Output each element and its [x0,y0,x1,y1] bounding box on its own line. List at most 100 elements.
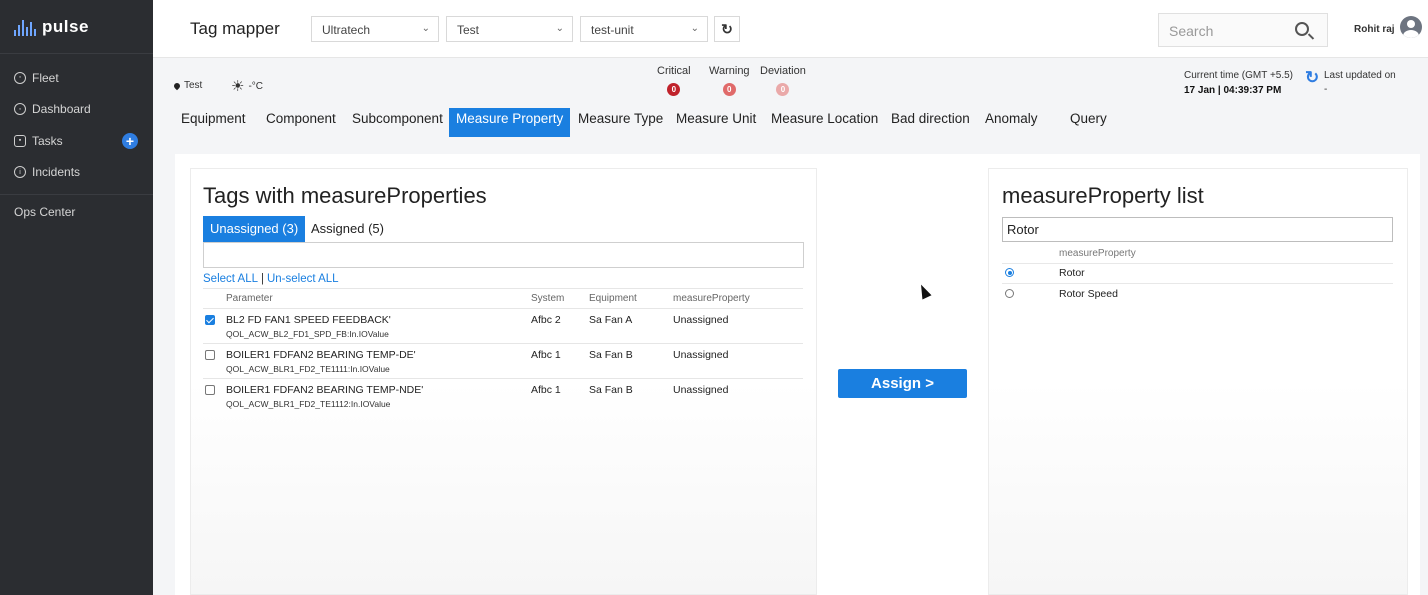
weather-indicator: ☀ -°C [231,79,263,94]
tab-measure-property[interactable]: Measure Property [449,108,571,137]
user-name[interactable]: Rohit raj [1354,24,1395,35]
current-time-value: 17 Jan | 04:39:37 PM [1184,85,1282,96]
alert-count-badge: 0 [667,83,681,96]
sidebar: pulse ◦ Fleet ◦ Dashboard ▪ Tasks + i In… [0,0,153,595]
refresh-button[interactable]: ↻ [714,16,740,42]
tags-panel-title: Tags with measureProperties [203,183,487,208]
alert-critical[interactable]: Critical 0 [657,65,691,96]
search-input[interactable]: Search [1158,13,1328,47]
org-select-value: Ultratech [322,23,371,37]
chevron-down-icon: ⌄ [555,23,564,34]
tab-measure-location[interactable]: Measure Location [771,108,878,137]
last-updated-value: - [1324,84,1328,95]
location-indicator: Test [172,80,203,91]
sidebar-item-ops-center[interactable]: Ops Center [0,195,153,227]
brand[interactable]: pulse [0,0,153,54]
org-select[interactable]: Ultratech ⌄ [311,16,439,42]
pulse-logo-icon [14,18,36,36]
tab-equipment[interactable]: Equipment [181,108,246,137]
tab-subcomponent[interactable]: Subcomponent [352,108,443,137]
equipment-cell: Sa Fan A [589,314,633,326]
tasks-icon: ▪ [14,134,26,147]
link-separator: | [260,273,264,285]
parameter-tag: QOL_ACW_BLR1_FD2_TE1111:In.IOValue [226,364,390,374]
unit-select-value: test-unit [591,23,634,37]
tab-measure-type[interactable]: Measure Type [578,108,663,137]
selection-links: Select ALL | Un-select ALL [203,273,339,285]
plant-select[interactable]: Test ⌄ [446,16,573,42]
tab-bad-direction[interactable]: Bad direction [891,108,970,137]
sidebar-item-tasks[interactable]: ▪ Tasks + [0,125,153,157]
parameter-name: BOILER1 FDFAN2 BEARING TEMP-DE' [226,349,416,361]
brand-name: pulse [42,16,89,36]
chevron-down-icon: ⌄ [690,23,699,34]
sidebar-item-label: Tasks [32,133,63,148]
tab-component[interactable]: Component [266,108,336,137]
row-checkbox[interactable] [205,385,215,395]
row-checkbox[interactable] [205,350,215,360]
info-icon: i [14,166,26,179]
select-all-link[interactable]: Select ALL [203,273,258,285]
measure-property-cell: Unassigned [673,314,729,326]
measure-property-radio[interactable] [1005,268,1014,277]
tab-measure-unit[interactable]: Measure Unit [676,108,756,137]
search-icon[interactable] [1295,22,1309,36]
sidebar-item-label: Incidents [32,165,81,180]
sidebar-item-label: Ops Center [14,204,76,219]
chevron-down-icon: ⌄ [421,23,430,34]
top-header: Tag mapper Ultratech ⌄ Test ⌄ test-unit … [153,0,1428,58]
alert-label: Deviation [760,65,806,77]
assign-button[interactable]: Assign > [838,369,967,398]
measure-property-label: Rotor Speed [1059,288,1118,300]
tab-query[interactable]: Query [1070,108,1107,137]
measure-property-search-input[interactable] [1002,217,1393,242]
alert-count-badge: 0 [776,83,790,96]
sidebar-nav: ◦ Fleet ◦ Dashboard ▪ Tasks + i Incident… [0,54,153,227]
column-header-system: System [531,293,565,304]
table-divider [203,288,803,289]
tab-anomaly[interactable]: Anomaly [985,108,1038,137]
table-divider [203,343,803,344]
sidebar-item-label: Fleet [32,70,59,85]
plant-select-value: Test [457,23,480,37]
location-label: Test [184,80,203,91]
tag-filter-input[interactable] [203,242,804,268]
column-header-equipment: Equipment [589,293,637,304]
location-pin-icon [172,81,182,90]
sidebar-item-dashboard[interactable]: ◦ Dashboard [0,94,153,126]
system-cell: Afbc 1 [531,384,561,396]
sun-icon: ☀ [231,78,245,95]
sidebar-item-fleet[interactable]: ◦ Fleet [0,62,153,94]
sidebar-item-incidents[interactable]: i Incidents [0,157,153,189]
refresh-data-icon[interactable]: ↻ [1305,68,1319,88]
measure-property-radio[interactable] [1005,289,1014,298]
parameter-name: BOILER1 FDFAN2 BEARING TEMP-NDE' [226,384,424,396]
avatar[interactable] [1400,16,1422,38]
unit-select[interactable]: test-unit ⌄ [580,16,708,42]
add-task-button[interactable]: + [122,133,138,149]
alert-warning[interactable]: Warning 0 [709,65,750,96]
refresh-icon: ↻ [721,20,733,37]
measure-property-panel-title: measureProperty list [1002,183,1204,208]
column-header-measure-property: measureProperty [1059,248,1136,259]
tab-assigned[interactable]: Assigned (5) [304,216,391,242]
page-title: Tag mapper [190,19,280,38]
system-cell: Afbc 2 [531,314,561,326]
column-header-measure-property: measureProperty [673,293,750,304]
last-updated-label: Last updated on [1324,70,1396,81]
equipment-cell: Sa Fan B [589,349,633,361]
list-divider [1002,263,1393,264]
parameter-tag: QOL_ACW_BL2_FD1_SPD_FB:In.IOValue [226,329,389,339]
alert-count-badge: 0 [722,83,736,96]
temperature-label: -°C [248,81,264,92]
equipment-cell: Sa Fan B [589,384,633,396]
system-cell: Afbc 1 [531,349,561,361]
row-checkbox[interactable] [205,315,215,325]
measure-property-cell: Unassigned [673,349,729,361]
measure-property-label: Rotor [1059,267,1085,279]
tab-unassigned[interactable]: Unassigned (3) [203,216,306,242]
table-divider [203,378,803,379]
unselect-all-link[interactable]: Un-select ALL [267,273,339,285]
sidebar-item-label: Dashboard [32,102,91,117]
alert-deviation[interactable]: Deviation 0 [760,65,806,96]
